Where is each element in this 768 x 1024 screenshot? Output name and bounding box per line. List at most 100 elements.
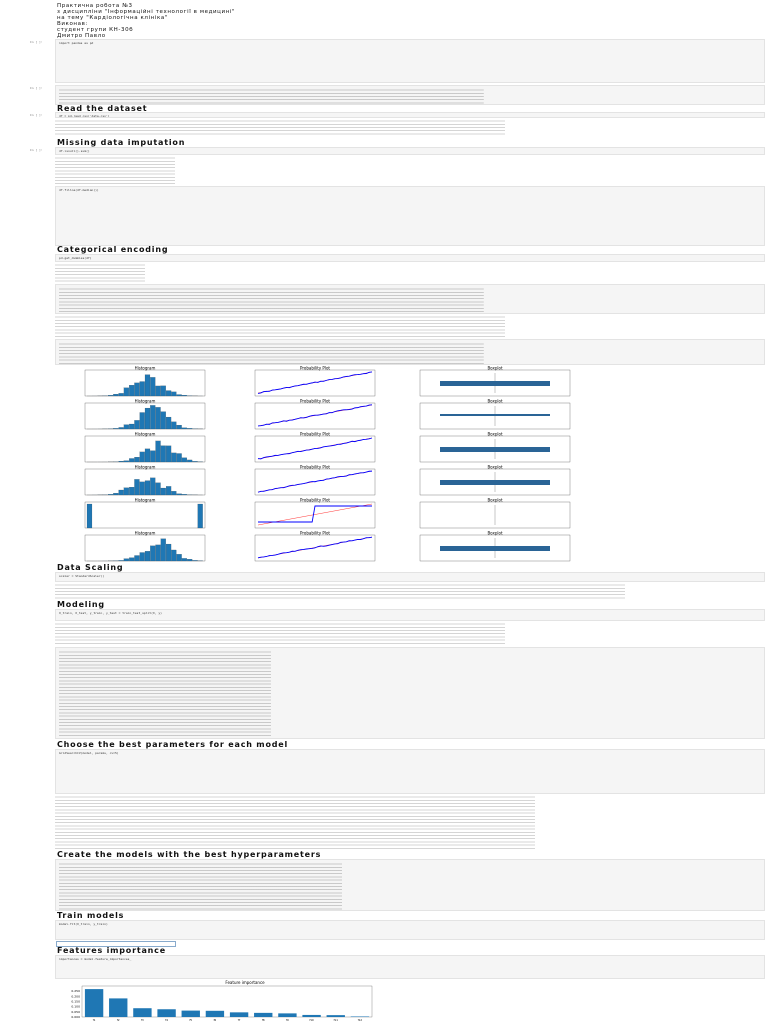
histogram-bar xyxy=(129,423,135,430)
dataframe-output xyxy=(55,119,655,135)
histogram-bar xyxy=(155,482,161,496)
histogram-bar xyxy=(118,393,124,397)
code-cell-split[interactable]: X_train, X_test, y_train, y_test = train… xyxy=(55,609,765,621)
histogram-bar xyxy=(171,549,177,562)
boxplot-box xyxy=(440,447,550,452)
plot-title: Boxplot xyxy=(487,432,503,437)
histogram-bar xyxy=(176,425,182,430)
histogram-bar xyxy=(129,487,135,496)
y-tick-label: 0.150 xyxy=(71,1000,80,1004)
histogram-bar xyxy=(139,381,145,397)
plot-title: Histogram xyxy=(135,432,156,437)
histogram-bar xyxy=(108,395,114,397)
histogram-bar xyxy=(150,377,156,397)
x-tick-label: f10 xyxy=(309,1018,314,1022)
missing-output xyxy=(55,156,655,184)
histogram-bar xyxy=(86,503,93,529)
code-cell-read[interactable]: df = pd.read_csv('data.csv') xyxy=(55,112,765,118)
plot-title: Probability Plot xyxy=(300,465,330,470)
histogram-bar xyxy=(123,460,129,463)
histogram-bar xyxy=(160,445,166,463)
x-tick-label: f6 xyxy=(214,1018,217,1022)
code-cell[interactable] xyxy=(55,339,765,365)
histogram-bar xyxy=(181,494,187,496)
section-heading: Create the models with the best hyperpar… xyxy=(57,850,322,859)
code-cell-scale[interactable]: scaler = StandardScaler() xyxy=(55,572,765,582)
y-tick-label: 0.000 xyxy=(71,1015,80,1019)
histogram-bar xyxy=(181,457,187,463)
code-cell-import[interactable]: import pandas as pd xyxy=(55,39,765,83)
histogram-bar xyxy=(166,445,172,463)
histogram-bar xyxy=(134,457,140,463)
x-tick-label: f8 xyxy=(262,1018,265,1022)
y-tick-label: 0.100 xyxy=(71,1005,80,1009)
section-heading: Train models xyxy=(57,911,125,920)
chart-title: Feature importance xyxy=(225,980,265,985)
histogram-bar xyxy=(123,424,129,430)
histogram-bar xyxy=(171,491,177,496)
probability-points xyxy=(257,404,373,427)
x-tick-label: f11 xyxy=(334,1018,339,1022)
histogram-bar xyxy=(155,385,161,397)
importance-bar xyxy=(350,1016,370,1017)
histogram-bar xyxy=(181,395,187,397)
histogram-bar xyxy=(155,440,161,463)
importance-bar xyxy=(181,1010,200,1017)
histogram-bar xyxy=(166,390,172,397)
histogram-bar xyxy=(118,427,124,430)
importance-bar xyxy=(254,1012,273,1017)
histogram-bar xyxy=(144,480,151,496)
histogram-bar xyxy=(160,487,166,496)
histogram-bar xyxy=(118,560,124,562)
feature-importance-chart: Feature importance 0.0000.0500.1000.150 0… xyxy=(71,980,373,1022)
x-tick-label: f12 xyxy=(358,1018,363,1022)
histogram-bar xyxy=(155,544,161,562)
histogram-bar xyxy=(134,382,140,397)
importance-bar xyxy=(133,1008,152,1017)
histogram-bar xyxy=(134,479,140,496)
section-heading: Missing data imputation xyxy=(57,138,186,147)
plot-title: Probability Plot xyxy=(300,498,330,503)
probability-points xyxy=(257,470,373,493)
section-heading: Modeling xyxy=(57,600,105,609)
probability-points xyxy=(258,505,372,523)
section-heading: Data Scaling xyxy=(57,563,124,572)
histogram-bar xyxy=(155,407,161,430)
x-tick-label: f9 xyxy=(286,1018,289,1022)
split-output xyxy=(55,622,655,644)
plot-title: Boxplot xyxy=(487,498,503,503)
histogram-bar xyxy=(150,477,156,496)
plot-title: Probability Plot xyxy=(300,432,330,437)
plot-title: Histogram xyxy=(135,498,156,503)
code-cell-fill[interactable]: df.fillna(df.median()) xyxy=(55,186,765,246)
histogram-bar xyxy=(166,543,172,562)
code-cell-isna[interactable]: df.isnull().sum() xyxy=(55,147,765,155)
plot-title: Boxplot xyxy=(487,531,503,536)
plot-title: Histogram xyxy=(135,531,156,536)
code-cell-grid[interactable]: GridSearchCV(model, params, cv=5) xyxy=(55,749,765,794)
code-cell-fit[interactable]: model.fit(X_train, y_train) xyxy=(55,920,765,940)
code-cell-models[interactable] xyxy=(55,647,765,739)
y-tick-label: 0.200 xyxy=(71,994,80,998)
histogram-bar xyxy=(176,394,182,397)
plot-frame xyxy=(254,435,376,463)
histogram-bar xyxy=(144,448,151,463)
plot-title: Probability Plot xyxy=(300,399,330,404)
scaled-output xyxy=(55,583,655,599)
code-cell[interactable] xyxy=(55,284,765,314)
histogram-bar xyxy=(171,391,177,397)
x-tick-label: f1 xyxy=(93,1018,96,1022)
histogram-bar xyxy=(129,458,135,463)
plot-title: Boxplot xyxy=(487,366,503,371)
histogram-bar xyxy=(108,494,114,496)
code-cell-encode[interactable]: pd.get_dummies(df) xyxy=(55,254,765,262)
importance-bar xyxy=(84,989,104,1017)
histogram-bar xyxy=(176,493,182,496)
histogram-bar xyxy=(160,538,166,562)
code-cell-best-models[interactable] xyxy=(55,859,765,911)
code-cell-importance[interactable]: importances = model.feature_importances_ xyxy=(55,955,765,979)
distribution-plots: Histogram Probability Plot Boxplot Histogra… xyxy=(84,366,571,562)
histogram-bar xyxy=(118,461,124,463)
histogram-bar xyxy=(144,551,151,562)
code-cell[interactable] xyxy=(55,85,765,105)
